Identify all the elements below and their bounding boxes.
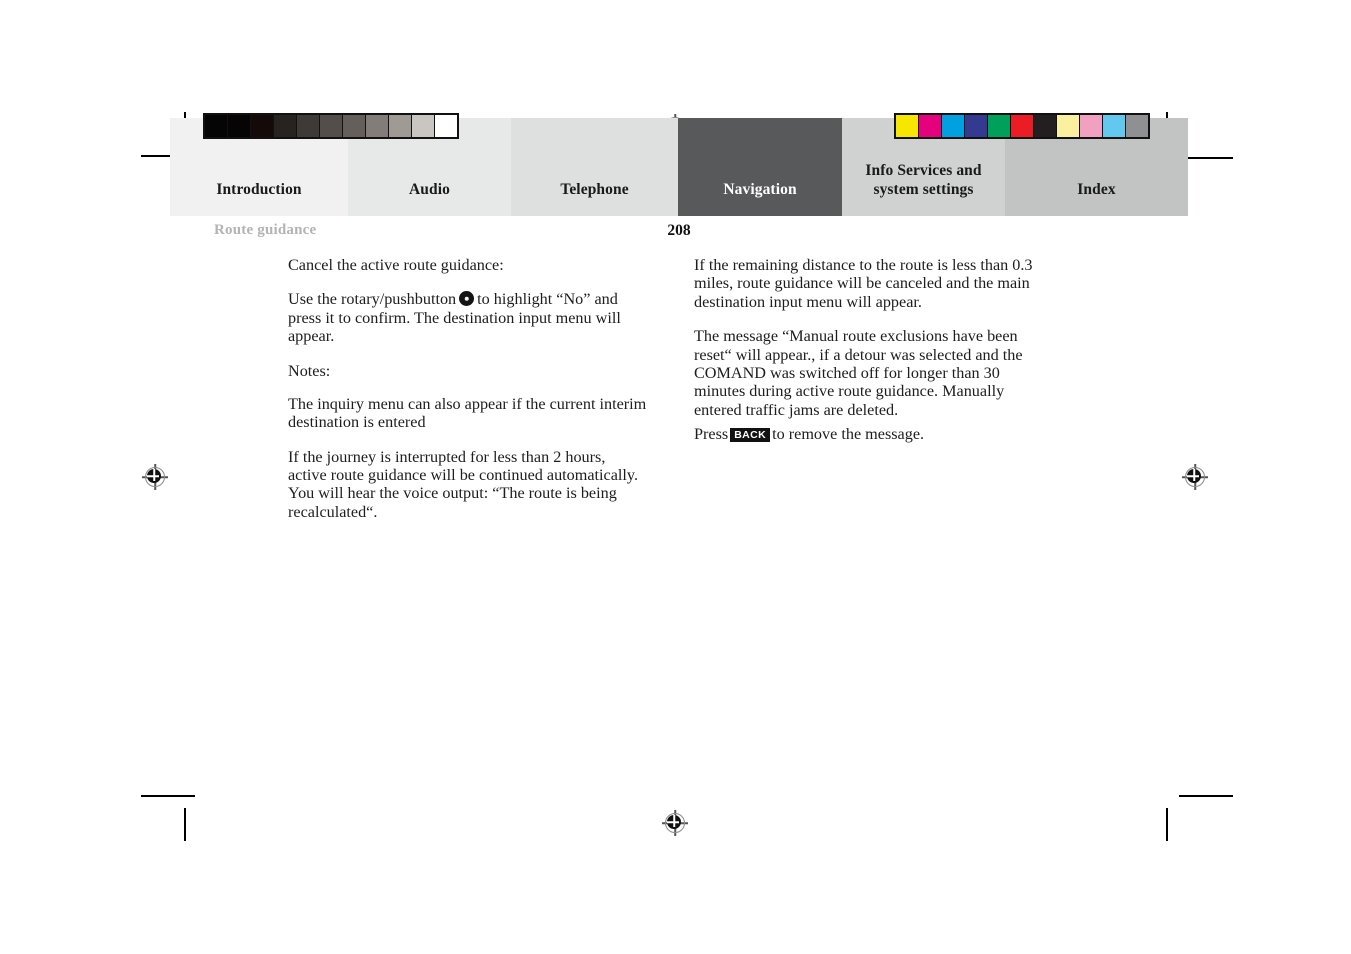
paragraph-inquiry-menu: The inquiry menu can also appear if the … (288, 394, 647, 432)
grayscale-swatch (228, 115, 250, 137)
crop-mark-bottom-left-vertical (184, 808, 186, 841)
press-back-text-after: to remove the message. (772, 425, 925, 443)
grayscale-swatch (435, 115, 457, 137)
paragraph-cancel-heading: Cancel the active route guidance: (288, 256, 504, 274)
grayscale-swatch (366, 115, 388, 137)
paragraph-rotary-instruction: Use the rotary/pushbutton to highlight “N… (288, 290, 648, 345)
grayscale-swatch (274, 115, 296, 137)
back-key-badge: BACK (730, 428, 771, 442)
color-swatch (988, 115, 1010, 137)
tab-label: Index (1077, 180, 1116, 198)
tab-label: Info Services and system settings (865, 162, 982, 198)
registration-mark-bottom-center (662, 810, 688, 836)
color-swatch (942, 115, 964, 137)
grayscale-swatch (343, 115, 365, 137)
tab-label: Audio (409, 180, 450, 198)
color-swatch (1080, 115, 1102, 137)
grayscale-swatch (320, 115, 342, 137)
color-swatch (1011, 115, 1033, 137)
grayscale-swatch (412, 115, 434, 137)
press-back-text-before: Press (694, 425, 729, 443)
crop-mark-bottom-right-horizontal (1179, 795, 1233, 797)
grayscale-swatch (297, 115, 319, 137)
left-text-column: Cancel the active route guidance: Use th… (288, 256, 648, 521)
color-swatch (1057, 115, 1079, 137)
paragraph-manual-route-exclusions: The message “Manual route exclusions hav… (694, 327, 1023, 419)
paragraph-press-back: Press BACK to remove the message. (694, 425, 1054, 443)
color-swatch (896, 115, 918, 137)
grayscale-swatch (251, 115, 273, 137)
tab-telephone[interactable]: Telephone (511, 118, 678, 216)
color-calibration-strip (894, 113, 1150, 139)
notes-heading: Notes: (288, 361, 331, 380)
page-header: Route guidance 208 (170, 222, 1188, 244)
grayscale-swatch (389, 115, 411, 137)
rotary-instruction-text-before: Use the rotary/pushbutton (288, 290, 457, 309)
registration-mark-left-middle (142, 464, 168, 490)
grayscale-calibration-strip (203, 113, 459, 139)
color-swatch (1126, 115, 1148, 137)
crop-mark-bottom-left-horizontal (141, 795, 195, 797)
right-text-column: If the remaining distance to the route i… (694, 256, 1054, 443)
grayscale-swatch (205, 115, 227, 137)
color-swatch (919, 115, 941, 137)
rotary-pushbutton-icon (459, 291, 475, 307)
color-swatch (965, 115, 987, 137)
crop-mark-bottom-right-vertical (1166, 808, 1168, 841)
tab-label: Introduction (216, 180, 302, 198)
tab-label: Telephone (560, 180, 629, 198)
color-swatch (1103, 115, 1125, 137)
color-swatch (1034, 115, 1056, 137)
page-number: 208 (667, 222, 691, 239)
paragraph-journey-interrupted: If the journey is interrupted for less t… (288, 447, 638, 521)
tab-navigation[interactable]: Navigation (678, 118, 842, 216)
registration-mark-right-middle (1182, 464, 1208, 490)
tab-label: Navigation (723, 180, 797, 198)
paragraph-remaining-distance: If the remaining distance to the route i… (694, 256, 1033, 311)
